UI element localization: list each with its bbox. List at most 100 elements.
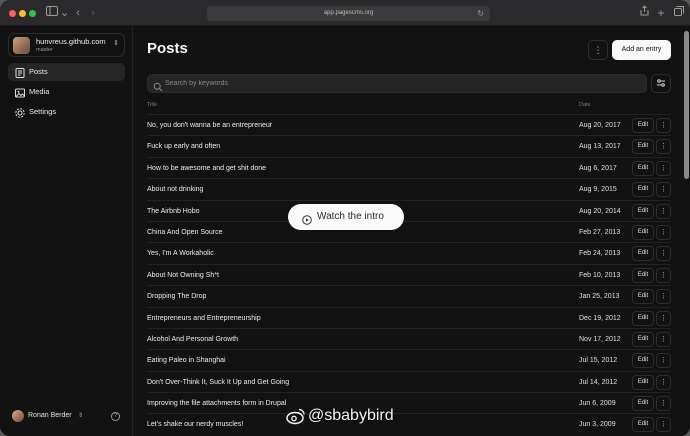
column-header-title[interactable]: Title bbox=[147, 102, 157, 108]
tabs-overview-icon[interactable] bbox=[673, 5, 685, 21]
post-title[interactable]: Yes, I'm A Workaholic bbox=[147, 243, 214, 264]
share-icon[interactable] bbox=[638, 5, 650, 21]
watch-intro-button[interactable]: Watch the intro bbox=[288, 204, 404, 230]
table-row[interactable]: No, you don't wanna be an entrepreneur Au… bbox=[147, 114, 671, 135]
post-title[interactable]: Let's shake our nerdy muscles! bbox=[147, 414, 243, 435]
post-title[interactable]: About Not Owning Sh*t bbox=[147, 265, 219, 286]
avatar bbox=[12, 410, 24, 422]
post-title[interactable]: Eating Paleo in Shanghai bbox=[147, 350, 226, 371]
row-more-button[interactable]: ⋮ bbox=[656, 203, 671, 219]
sidebar-item-posts[interactable]: Posts bbox=[8, 63, 125, 81]
weibo-logo-icon bbox=[286, 408, 305, 425]
column-header-date[interactable]: Date bbox=[579, 102, 591, 108]
more-options-button[interactable]: ⋮ bbox=[588, 40, 608, 60]
scrollbar[interactable] bbox=[683, 27, 690, 436]
post-date: Jun 3, 2009 bbox=[579, 421, 616, 429]
edit-button[interactable]: Edit bbox=[632, 310, 654, 326]
row-more-button[interactable]: ⋮ bbox=[656, 353, 671, 369]
row-more-button[interactable]: ⋮ bbox=[656, 374, 671, 390]
edit-button[interactable]: Edit bbox=[632, 246, 654, 262]
minimize-window-button[interactable] bbox=[19, 10, 26, 17]
post-date: Jun 6, 2009 bbox=[579, 400, 616, 408]
row-more-button[interactable]: ⋮ bbox=[656, 417, 671, 433]
forward-arrow-icon[interactable]: › bbox=[88, 5, 98, 21]
new-tab-icon[interactable]: + bbox=[656, 5, 666, 21]
post-date: Jan 25, 2013 bbox=[579, 293, 620, 301]
help-icon[interactable]: ? bbox=[111, 412, 120, 421]
sidebar-item-label: Settings bbox=[29, 107, 57, 116]
edit-button[interactable]: Edit bbox=[632, 267, 654, 283]
table-row[interactable]: About Not Owning Sh*t Feb 10, 2013 Edit ⋮ bbox=[147, 263, 671, 286]
post-title[interactable]: Don't Over-Think It, Suck It Up and Get … bbox=[147, 372, 289, 393]
row-more-button[interactable]: ⋮ bbox=[656, 118, 671, 133]
edit-button[interactable]: Edit bbox=[632, 396, 654, 412]
close-window-button[interactable] bbox=[9, 10, 16, 17]
address-bar[interactable]: app.pagescms.org ↻ bbox=[207, 6, 490, 21]
table-row[interactable]: The Airbnb Hobo Aug 20, 2014 Edit ⋮ bbox=[147, 199, 671, 222]
back-arrow-icon[interactable]: ‹ bbox=[73, 5, 83, 21]
sidebar-item-label: Posts bbox=[29, 67, 48, 76]
post-date: Aug 6, 2017 bbox=[579, 164, 617, 172]
post-title[interactable]: Alcohol And Personal Growth bbox=[147, 329, 238, 350]
row-more-button[interactable]: ⋮ bbox=[656, 160, 671, 176]
table-row[interactable]: Alcohol And Personal Growth Nov 17, 2012 E… bbox=[147, 327, 671, 350]
row-more-button[interactable]: ⋮ bbox=[656, 396, 671, 412]
zoom-window-button[interactable] bbox=[29, 10, 36, 17]
table-row[interactable]: China And Open Source Feb 27, 2013 Edit ⋮ bbox=[147, 220, 671, 243]
post-title[interactable]: Dropping The Drop bbox=[147, 286, 206, 307]
table-row[interactable]: Entrepreneurs and Entrepreneurship Dec 19… bbox=[147, 306, 671, 329]
post-title[interactable]: The Airbnb Hobo bbox=[147, 201, 200, 222]
row-more-button[interactable]: ⋮ bbox=[656, 331, 671, 347]
edit-button[interactable]: Edit bbox=[632, 224, 654, 240]
table-row[interactable]: Eating Paleo in Shanghai Jul 15, 2012 Edit… bbox=[147, 349, 671, 370]
table-row[interactable]: Fuck up early and often Aug 13, 2017 Edit ⋮ bbox=[147, 135, 671, 156]
row-more-button[interactable]: ⋮ bbox=[656, 224, 671, 240]
filter-button[interactable] bbox=[651, 74, 671, 93]
edit-button[interactable]: Edit bbox=[632, 139, 654, 155]
scrollbar-thumb[interactable] bbox=[684, 31, 689, 179]
chevron-down-icon[interactable]: ⌄ bbox=[60, 5, 69, 21]
sidebar-toggle-icon[interactable] bbox=[44, 5, 60, 21]
edit-button[interactable]: Edit bbox=[632, 374, 654, 390]
table-row[interactable]: How to be awesome and get shit done Aug 6… bbox=[147, 156, 671, 179]
post-title[interactable]: Entrepreneurs and Entrepreneurship bbox=[147, 308, 261, 329]
reload-icon[interactable]: ↻ bbox=[477, 6, 484, 21]
edit-button[interactable]: Edit bbox=[632, 331, 654, 347]
row-more-button[interactable]: ⋮ bbox=[656, 246, 671, 262]
user-menu[interactable]: Ronan Berder ⇕ bbox=[8, 407, 90, 425]
edit-button[interactable]: Edit bbox=[632, 182, 654, 198]
post-title[interactable]: No, you don't wanna be an entrepreneur bbox=[147, 115, 272, 136]
search-input[interactable] bbox=[165, 76, 635, 91]
row-more-button[interactable]: ⋮ bbox=[656, 182, 671, 198]
table-row[interactable]: Yes, I'm A Workaholic Feb 24, 2013 Edit ⋮ bbox=[147, 242, 671, 263]
edit-button[interactable]: Edit bbox=[632, 203, 654, 219]
sidebar-item-settings[interactable]: Settings bbox=[8, 103, 125, 121]
browser-toolbar: ⌄ ‹ › app.pagescms.org ↻ + bbox=[0, 0, 690, 26]
post-title[interactable]: About not drinking bbox=[147, 179, 203, 200]
table-row[interactable]: About not drinking Aug 9, 2015 Edit ⋮ bbox=[147, 178, 671, 199]
table-row[interactable]: Dropping The Drop Jan 25, 2013 Edit ⋮ bbox=[147, 285, 671, 306]
post-title[interactable]: China And Open Source bbox=[147, 222, 223, 243]
row-more-button[interactable]: ⋮ bbox=[656, 139, 671, 155]
page-title: Posts bbox=[147, 40, 188, 57]
edit-button[interactable]: Edit bbox=[632, 118, 654, 133]
sidebar-item-media[interactable]: Media bbox=[8, 83, 125, 101]
post-title[interactable]: How to be awesome and get shit done bbox=[147, 158, 266, 179]
sliders-icon bbox=[657, 79, 665, 87]
repo-selector[interactable]: hunvreus.github.com master ⇕ bbox=[8, 33, 125, 57]
repo-name: hunvreus.github.com bbox=[36, 37, 106, 46]
watch-intro-label: Watch the intro bbox=[317, 211, 384, 222]
table-row[interactable]: Let's shake our nerdy muscles! Jun 3, 200… bbox=[147, 413, 671, 434]
post-title[interactable]: Improving the file attachments form in D… bbox=[147, 393, 286, 414]
table-row[interactable]: Don't Over-Think It, Suck It Up and Get … bbox=[147, 370, 671, 393]
post-title[interactable]: Fuck up early and often bbox=[147, 136, 220, 157]
table-row[interactable]: Improving the file attachments form in D… bbox=[147, 392, 671, 413]
add-entry-button[interactable]: Add an entry bbox=[612, 40, 671, 60]
row-more-button[interactable]: ⋮ bbox=[656, 310, 671, 326]
edit-button[interactable]: Edit bbox=[632, 417, 654, 433]
edit-button[interactable]: Edit bbox=[632, 353, 654, 369]
edit-button[interactable]: Edit bbox=[632, 160, 654, 176]
edit-button[interactable]: Edit bbox=[632, 289, 654, 305]
row-more-button[interactable]: ⋮ bbox=[656, 267, 671, 283]
row-more-button[interactable]: ⋮ bbox=[656, 289, 671, 305]
